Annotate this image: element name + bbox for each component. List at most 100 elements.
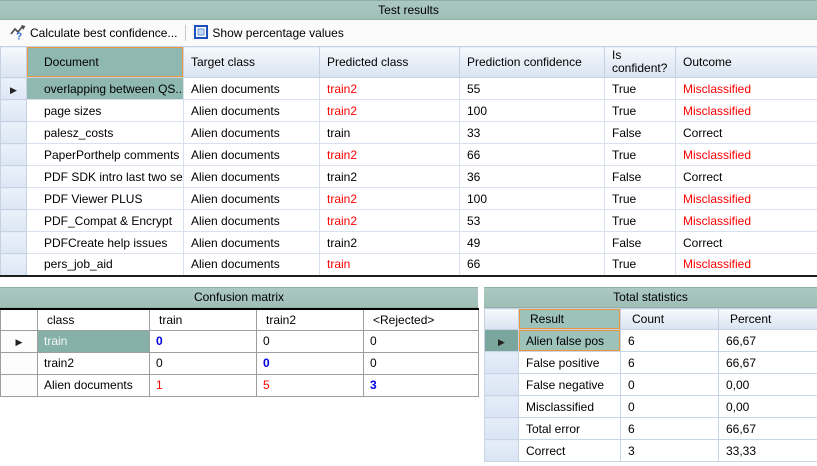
select-all-corner-icon[interactable] (485, 309, 519, 330)
cell-prediction-confidence[interactable]: 100 (460, 100, 605, 122)
cell-predicted-class[interactable]: train2 (320, 210, 460, 232)
cm-cell-train[interactable]: 0 (150, 352, 257, 374)
row-marker[interactable] (1, 254, 27, 276)
cm-cell-class[interactable]: train (38, 330, 150, 352)
cell-outcome[interactable]: Misclassified (676, 254, 817, 276)
cm-cell-class[interactable]: train2 (38, 352, 150, 374)
cm-cell-train2[interactable]: 0 (257, 330, 364, 352)
cell-outcome[interactable]: Misclassified (676, 144, 817, 166)
cell-prediction-confidence[interactable]: 66 (460, 144, 605, 166)
cell-target-class[interactable]: Alien documents (184, 166, 320, 188)
cm-cell-train2[interactable]: 5 (257, 374, 364, 396)
cell-target-class[interactable]: Alien documents (184, 188, 320, 210)
cm-cell-rejected[interactable]: 0 (364, 330, 479, 352)
cell-prediction-confidence[interactable]: 33 (460, 122, 605, 144)
cell-predicted-class[interactable]: train2 (320, 232, 460, 254)
column-header-document[interactable]: Document (27, 47, 184, 78)
row-marker[interactable] (1, 188, 27, 210)
calculate-best-confidence-button[interactable]: ? Calculate best confidence... (5, 22, 182, 45)
ts-cell-result[interactable]: Total error (519, 418, 621, 440)
cell-prediction-confidence[interactable]: 53 (460, 210, 605, 232)
cell-predicted-class[interactable]: train (320, 254, 460, 276)
row-marker[interactable] (1, 122, 27, 144)
column-header-predicted-class[interactable]: Predicted class (320, 47, 460, 78)
ts-cell-result[interactable]: Alien false pos (519, 330, 621, 352)
cell-prediction-confidence[interactable]: 55 (460, 78, 605, 100)
ts-column-header-result[interactable]: Result (519, 309, 621, 330)
cell-target-class[interactable]: Alien documents (184, 100, 320, 122)
ts-cell-count[interactable]: 0 (621, 396, 719, 418)
cell-predicted-class[interactable]: train (320, 122, 460, 144)
row-marker[interactable] (1, 210, 27, 232)
ts-cell-result[interactable]: Misclassified (519, 396, 621, 418)
ts-cell-count[interactable]: 6 (621, 418, 719, 440)
cell-prediction-confidence[interactable]: 36 (460, 166, 605, 188)
ts-cell-count[interactable]: 0 (621, 374, 719, 396)
cm-cell-train[interactable]: 0 (150, 330, 257, 352)
cell-is-confident[interactable]: True (605, 188, 676, 210)
row-marker[interactable]: ▶ (1, 78, 27, 100)
cell-predicted-class[interactable]: train2 (320, 188, 460, 210)
column-header-prediction-confidence[interactable]: Prediction confidence (460, 47, 605, 78)
cell-document[interactable]: page sizes (27, 100, 184, 122)
cell-target-class[interactable]: Alien documents (184, 254, 320, 276)
cell-predicted-class[interactable]: train2 (320, 166, 460, 188)
cm-column-header-class[interactable]: class (38, 309, 150, 330)
row-marker[interactable] (485, 374, 519, 396)
cm-cell-class[interactable]: Alien documents (38, 374, 150, 396)
cell-outcome[interactable]: Misclassified (676, 210, 817, 232)
row-marker[interactable]: ▶ (1, 330, 38, 352)
show-percentage-values-button[interactable]: Show percentage values (189, 23, 348, 44)
cell-is-confident[interactable]: False (605, 166, 676, 188)
cell-is-confident[interactable]: False (605, 232, 676, 254)
cell-outcome[interactable]: Correct (676, 122, 817, 144)
cell-is-confident[interactable]: True (605, 254, 676, 276)
ts-cell-count[interactable]: 6 (621, 330, 719, 352)
cell-target-class[interactable]: Alien documents (184, 144, 320, 166)
ts-cell-percent[interactable]: 66,67 (719, 352, 817, 374)
cell-outcome[interactable]: Misclassified (676, 100, 817, 122)
row-marker[interactable] (485, 396, 519, 418)
ts-cell-count[interactable]: 3 (621, 440, 719, 462)
cell-outcome[interactable]: Misclassified (676, 188, 817, 210)
cell-is-confident[interactable]: True (605, 100, 676, 122)
cm-cell-rejected[interactable]: 0 (364, 352, 479, 374)
row-marker[interactable] (1, 100, 27, 122)
ts-cell-count[interactable]: 6 (621, 352, 719, 374)
cell-document[interactable]: PaperPorthelp comments (27, 144, 184, 166)
ts-column-header-count[interactable]: Count (621, 309, 719, 330)
row-marker[interactable] (485, 352, 519, 374)
cell-predicted-class[interactable]: train2 (320, 144, 460, 166)
ts-column-header-percent[interactable]: Percent (719, 309, 817, 330)
cm-corner-cell[interactable] (1, 309, 38, 330)
cell-document[interactable]: PDF Viewer PLUS (27, 188, 184, 210)
select-all-corner-icon[interactable] (1, 47, 27, 78)
cell-prediction-confidence[interactable]: 49 (460, 232, 605, 254)
cm-cell-rejected[interactable]: 3 (364, 374, 479, 396)
column-header-outcome[interactable]: Outcome (676, 47, 817, 78)
row-marker[interactable] (1, 232, 27, 254)
cell-target-class[interactable]: Alien documents (184, 210, 320, 232)
cell-is-confident[interactable]: True (605, 144, 676, 166)
cell-outcome[interactable]: Misclassified (676, 78, 817, 100)
row-marker[interactable] (1, 166, 27, 188)
cm-cell-train[interactable]: 1 (150, 374, 257, 396)
column-header-is-confident[interactable]: Is confident? (605, 47, 676, 78)
ts-cell-percent[interactable]: 66,67 (719, 418, 817, 440)
cell-document[interactable]: palesz_costs (27, 122, 184, 144)
cell-prediction-confidence[interactable]: 100 (460, 188, 605, 210)
cell-document[interactable]: PDFCreate help issues (27, 232, 184, 254)
ts-cell-result[interactable]: Correct (519, 440, 621, 462)
cell-outcome[interactable]: Correct (676, 232, 817, 254)
cell-predicted-class[interactable]: train2 (320, 78, 460, 100)
cell-document[interactable]: pers_job_aid (27, 254, 184, 276)
cell-outcome[interactable]: Correct (676, 166, 817, 188)
cell-document[interactable]: overlapping between QS... (27, 78, 184, 100)
ts-cell-result[interactable]: False negative (519, 374, 621, 396)
ts-cell-percent[interactable]: 33,33 (719, 440, 817, 462)
cm-cell-train2[interactable]: 0 (257, 352, 364, 374)
ts-cell-percent[interactable]: 0,00 (719, 374, 817, 396)
cell-target-class[interactable]: Alien documents (184, 78, 320, 100)
cell-is-confident[interactable]: True (605, 210, 676, 232)
ts-cell-percent[interactable]: 0,00 (719, 396, 817, 418)
